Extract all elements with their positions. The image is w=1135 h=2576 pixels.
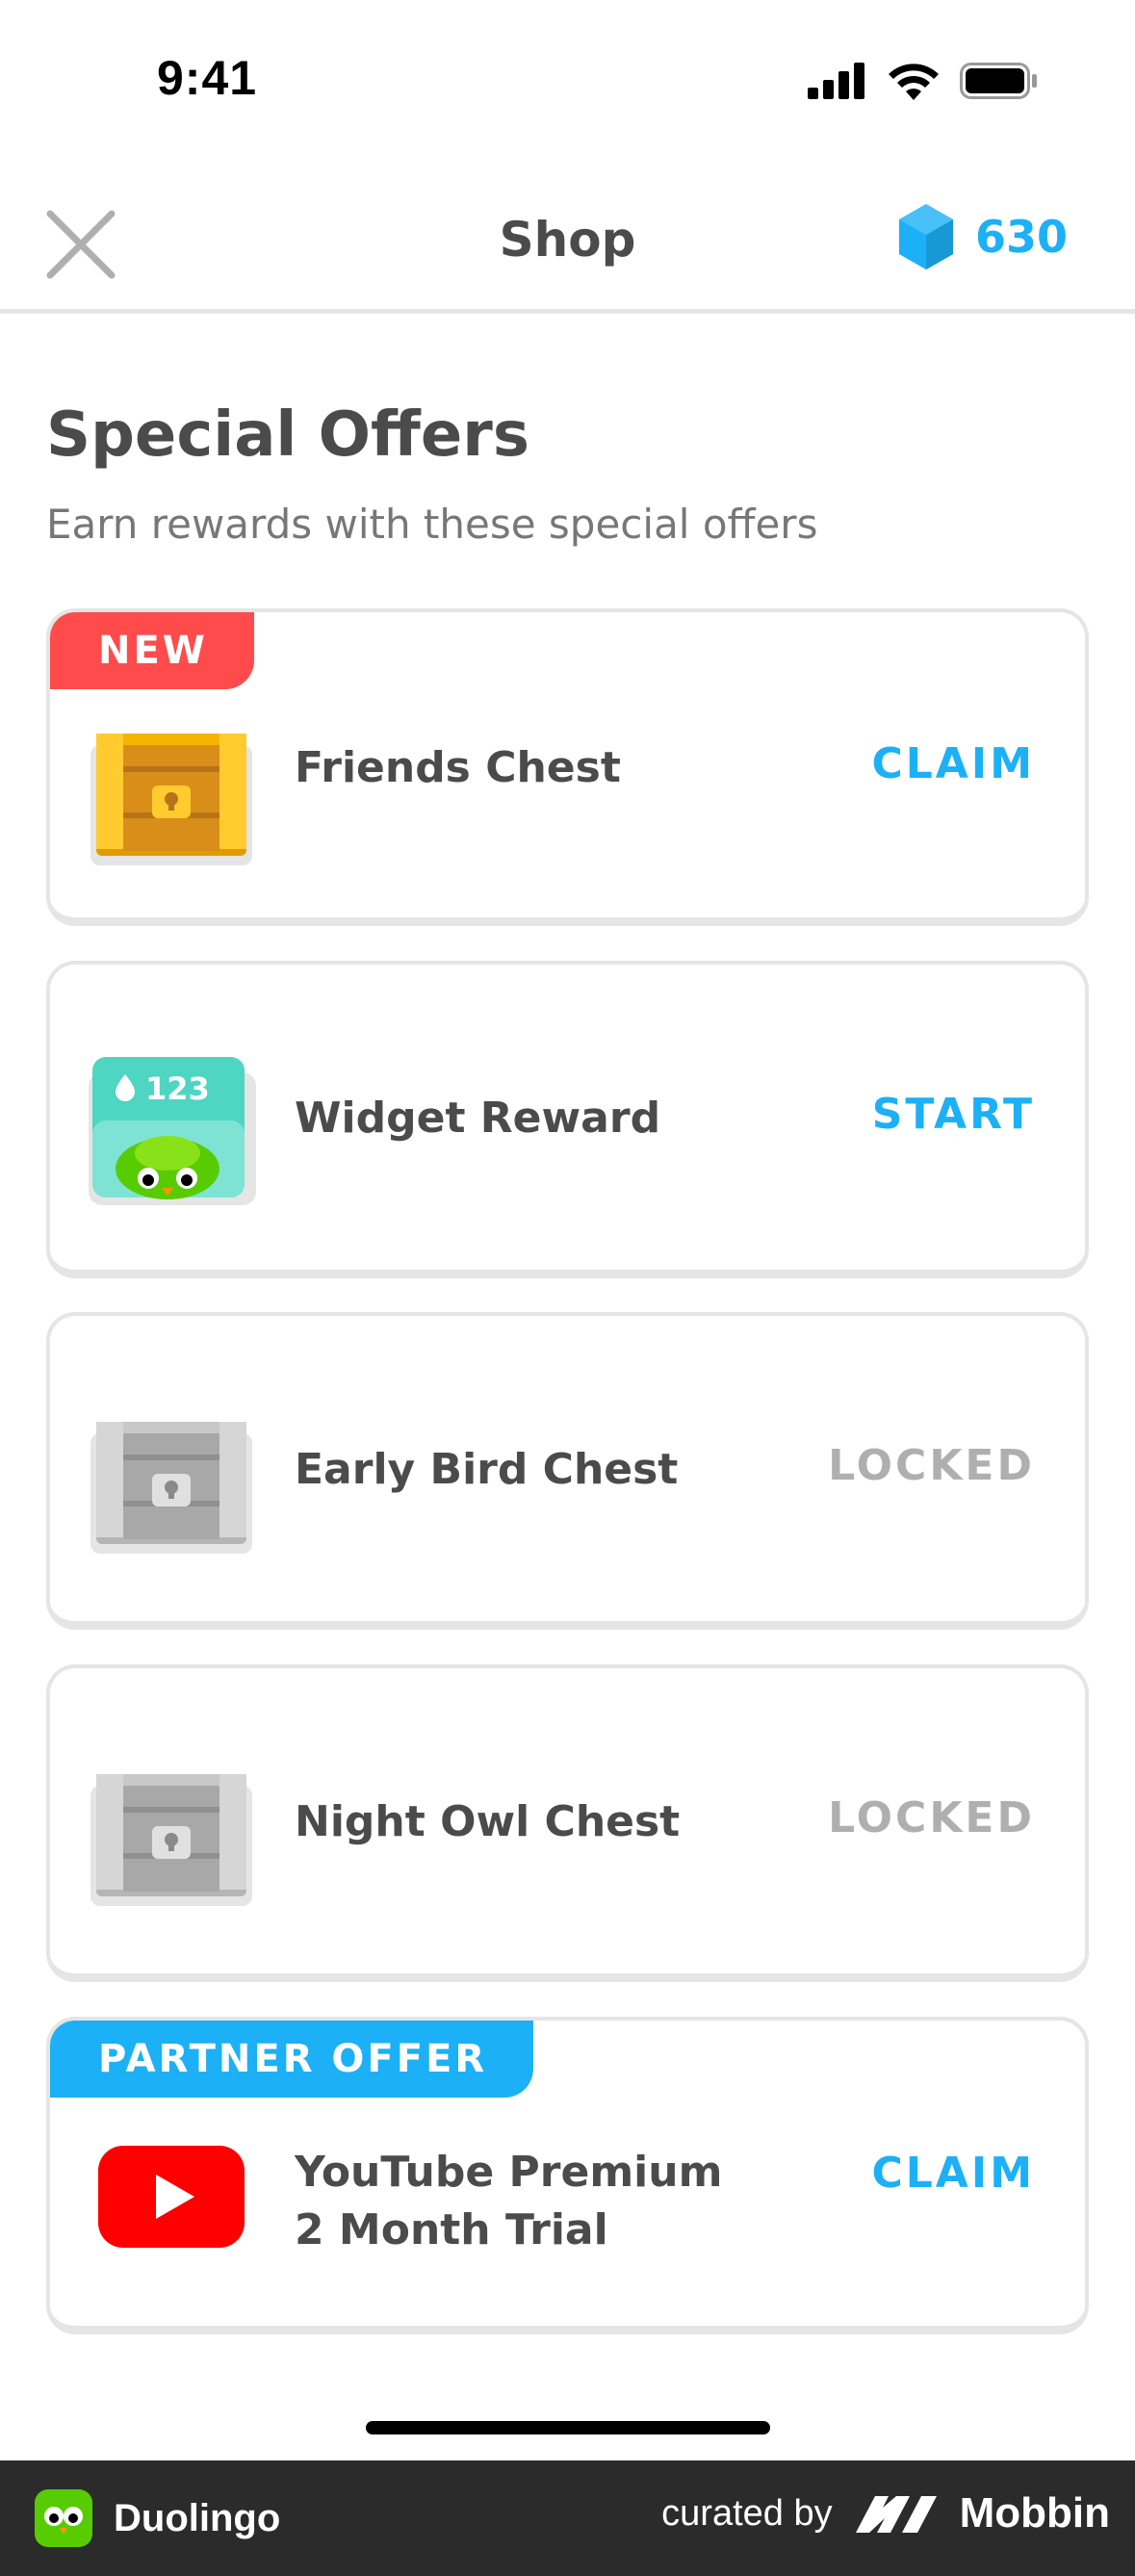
locked-status: LOCKED	[828, 1441, 1035, 1490]
status-bar: 9:41	[0, 0, 1135, 164]
claim-button[interactable]: CLAIM	[871, 739, 1035, 788]
footer-app-name: Duolingo	[114, 2496, 281, 2539]
status-time: 9:41	[157, 51, 258, 105]
widget-icon: 123	[85, 1053, 258, 1207]
duolingo-logo-icon	[35, 2489, 92, 2547]
section-subtitle: Earn rewards with these special offers	[46, 501, 818, 548]
locked-chest-icon	[85, 1766, 258, 1920]
offer-card-widget-reward[interactable]: 123 Widget Reward START	[46, 961, 1089, 1278]
offer-label: Friends Chest	[295, 743, 621, 792]
locked-status: LOCKED	[828, 1793, 1035, 1842]
offer-label-line2: 2 Month Trial	[295, 2205, 608, 2254]
offer-label: Early Bird Chest	[295, 1445, 679, 1494]
offer-label: YouTube Premium 2 Month Trial	[295, 2144, 722, 2259]
partner-offer-badge: PARTNER OFFER	[50, 2021, 534, 2098]
offer-card-friends-chest[interactable]: NEW Friends Chest CLAIM	[46, 608, 1089, 926]
offer-label: Night Owl Chest	[295, 1797, 681, 1846]
widget-count: 123	[145, 1070, 210, 1107]
section-title: Special Offers	[46, 399, 529, 471]
new-badge: NEW	[50, 612, 254, 689]
footer-app: Duolingo	[35, 2489, 280, 2547]
gem-icon	[898, 204, 953, 270]
footer-bar: Duolingo curated by Mobbin	[0, 2460, 1135, 2576]
offer-card-early-bird-chest[interactable]: Early Bird Chest LOCKED	[46, 1312, 1089, 1630]
gems-count: 630	[974, 211, 1068, 263]
mobbin-logo-icon	[855, 2496, 937, 2533]
wifi-icon	[889, 64, 939, 100]
battery-icon	[960, 63, 1037, 99]
mobbin-brand: Mobbin	[959, 2489, 1110, 2537]
offer-label-line1: YouTube Premium	[295, 2148, 723, 2197]
youtube-icon	[85, 2138, 258, 2292]
gold-chest-icon	[85, 726, 258, 880]
shop-header: Shop 630	[0, 183, 1135, 314]
offer-label: Widget Reward	[295, 1094, 661, 1143]
offer-card-night-owl-chest[interactable]: Night Owl Chest LOCKED	[46, 1664, 1089, 1982]
footer-credit: curated by Mobbin	[661, 2489, 1110, 2537]
start-button[interactable]: START	[872, 1090, 1035, 1139]
home-indicator	[366, 2421, 770, 2434]
offer-card-youtube-premium[interactable]: PARTNER OFFER YouTube Premium 2 Month Tr…	[46, 2017, 1089, 2334]
status-icons	[808, 62, 1039, 100]
claim-button[interactable]: CLAIM	[871, 2149, 1035, 2198]
gems-counter[interactable]: 630	[896, 202, 1068, 271]
locked-chest-icon	[85, 1414, 258, 1568]
cellular-signal-icon	[808, 63, 864, 99]
curated-by-label: curated by	[661, 2492, 833, 2534]
